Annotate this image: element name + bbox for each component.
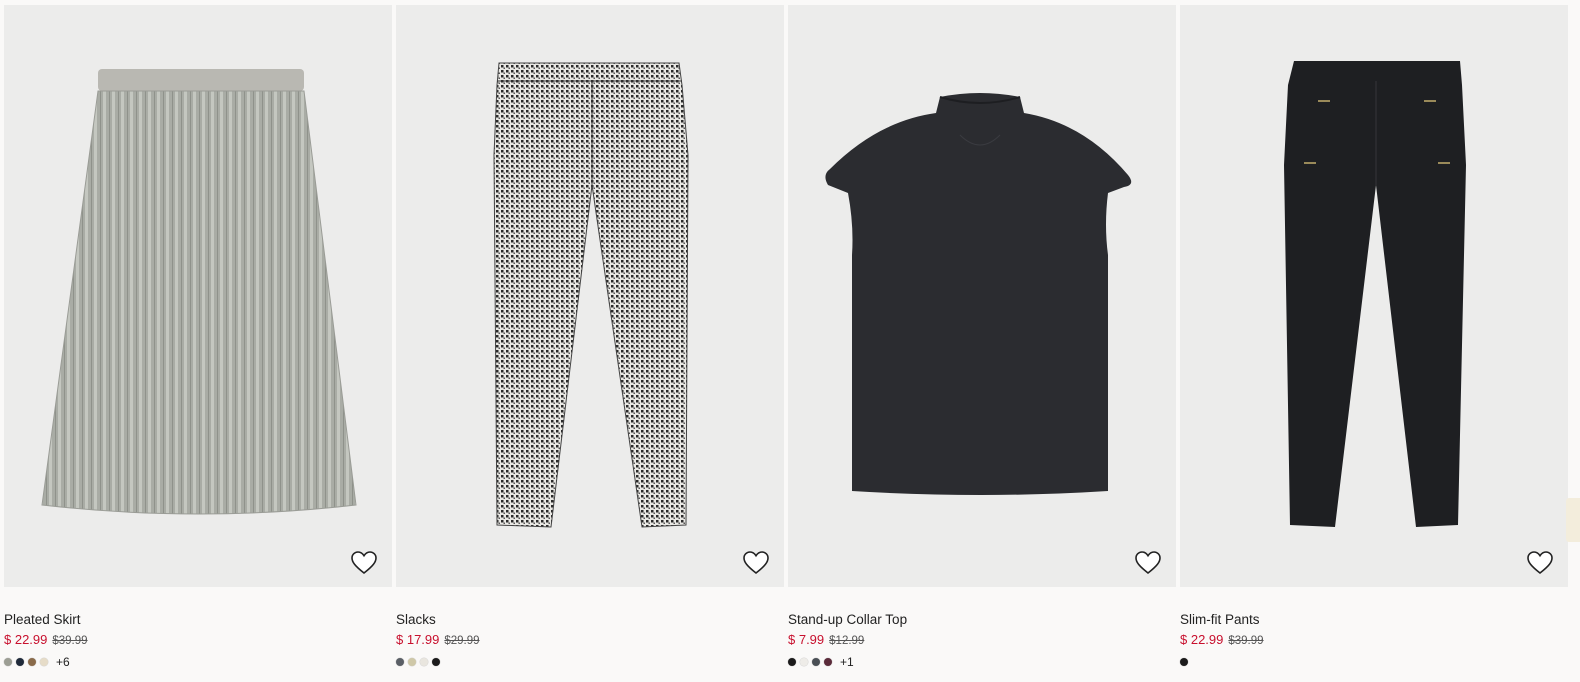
product-prices: $ 17.99 $29.99 bbox=[396, 630, 784, 651]
color-swatch[interactable] bbox=[408, 658, 416, 666]
more-colors-count[interactable]: +1 bbox=[840, 655, 854, 669]
product-info: Slacks $ 17.99 $29.99 bbox=[396, 587, 784, 669]
color-swatch[interactable] bbox=[40, 658, 48, 666]
product-info: Stand-up Collar Top $ 7.99 $12.99 +1 bbox=[788, 587, 1176, 669]
original-price: $29.99 bbox=[444, 635, 480, 647]
color-swatch[interactable] bbox=[824, 658, 832, 666]
original-price: $39.99 bbox=[52, 635, 88, 647]
sale-price: $ 22.99 bbox=[4, 632, 48, 647]
heart-outline-icon[interactable] bbox=[742, 549, 770, 577]
product-name[interactable]: Slim-fit Pants bbox=[1180, 611, 1568, 629]
heart-outline-icon[interactable] bbox=[1134, 549, 1162, 577]
product-card[interactable]: Pleated Skirt $ 22.99 $39.99 +6 bbox=[4, 5, 392, 669]
color-swatches bbox=[1180, 655, 1568, 669]
color-swatch[interactable] bbox=[28, 658, 36, 666]
side-feedback-tab[interactable] bbox=[1566, 498, 1580, 542]
color-swatch[interactable] bbox=[788, 658, 796, 666]
pleated-skirt-image bbox=[41, 69, 357, 515]
slim-fit-pants-image bbox=[1284, 61, 1466, 527]
original-price: $12.99 bbox=[829, 635, 865, 647]
more-colors-count[interactable]: +6 bbox=[56, 655, 70, 669]
product-name[interactable]: Pleated Skirt bbox=[4, 611, 392, 629]
product-card[interactable]: Slacks $ 17.99 $29.99 bbox=[396, 5, 784, 669]
sale-price: $ 17.99 bbox=[396, 632, 440, 647]
color-swatch[interactable] bbox=[420, 658, 428, 666]
collar-top-image bbox=[825, 93, 1132, 495]
color-swatch[interactable] bbox=[4, 658, 12, 666]
heart-outline-icon[interactable] bbox=[350, 549, 378, 577]
product-image[interactable] bbox=[4, 5, 392, 587]
color-swatch[interactable] bbox=[396, 658, 404, 666]
color-swatches bbox=[396, 655, 784, 669]
color-swatch[interactable] bbox=[800, 658, 808, 666]
color-swatch[interactable] bbox=[16, 658, 24, 666]
sale-price: $ 7.99 bbox=[788, 632, 825, 647]
heart-outline-icon[interactable] bbox=[1526, 549, 1554, 577]
product-name[interactable]: Stand-up Collar Top bbox=[788, 611, 1176, 629]
color-swatch[interactable] bbox=[432, 658, 440, 666]
color-swatch[interactable] bbox=[812, 658, 820, 666]
slacks-image bbox=[493, 62, 689, 528]
product-card[interactable]: Stand-up Collar Top $ 7.99 $12.99 +1 bbox=[788, 5, 1176, 669]
product-prices: $ 22.99 $39.99 bbox=[1180, 630, 1568, 651]
product-card[interactable]: Slim-fit Pants $ 22.99 $39.99 bbox=[1180, 5, 1568, 669]
product-grid: Pleated Skirt $ 22.99 $39.99 +6 Slacks $… bbox=[4, 5, 1568, 669]
color-swatches: +1 bbox=[788, 655, 1176, 669]
product-image[interactable] bbox=[1180, 5, 1568, 587]
color-swatch[interactable] bbox=[1180, 658, 1188, 666]
original-price: $39.99 bbox=[1228, 635, 1264, 647]
product-info: Pleated Skirt $ 22.99 $39.99 +6 bbox=[4, 587, 392, 669]
sale-price: $ 22.99 bbox=[1180, 632, 1224, 647]
product-image[interactable] bbox=[396, 5, 784, 587]
product-prices: $ 7.99 $12.99 bbox=[788, 630, 1176, 651]
product-prices: $ 22.99 $39.99 bbox=[4, 630, 392, 651]
color-swatches: +6 bbox=[4, 655, 392, 669]
product-info: Slim-fit Pants $ 22.99 $39.99 bbox=[1180, 587, 1568, 669]
product-name[interactable]: Slacks bbox=[396, 611, 784, 629]
product-image[interactable] bbox=[788, 5, 1176, 587]
